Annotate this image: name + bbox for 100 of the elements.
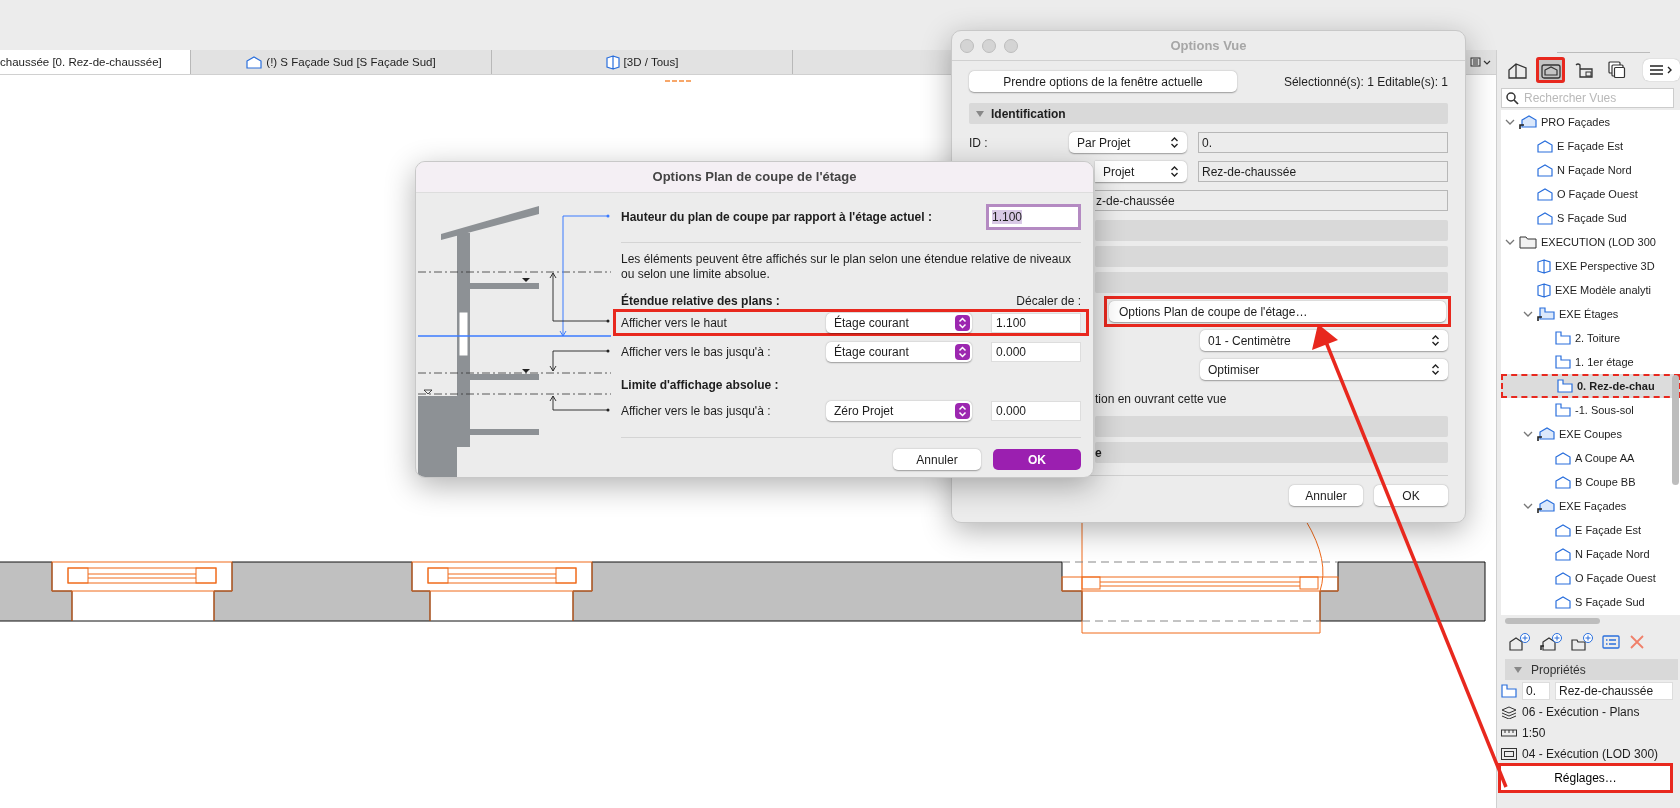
tree-item[interactable]: EXE Perspective 3D [1501,254,1680,278]
scale-value[interactable]: 1:50 [1522,725,1546,740]
chevron-icon[interactable] [1505,118,1515,126]
tree-item[interactable]: B Coupe BB [1501,470,1680,494]
house-outline-icon [1537,163,1553,177]
floor-plan-icon [1501,683,1517,698]
stepper-icon [1431,363,1440,376]
cut-height-field[interactable]: 1.100 [986,204,1081,230]
tree-item[interactable]: EXE Étages [1501,302,1680,326]
field-label: ID : [969,135,989,150]
stepper-icon [955,343,970,360]
tree-item[interactable]: PRO Façades [1501,110,1680,134]
house-outline-icon [1555,571,1571,585]
tree-item[interactable]: N Façade Nord [1501,542,1680,566]
offset-field[interactable]: 1.100 [991,312,1081,333]
tree-item[interactable]: E Façade Est [1501,518,1680,542]
house-outline-icon [1555,475,1571,489]
tree-item[interactable]: EXE Modèle analyti [1501,278,1680,302]
unit-select[interactable]: 01 - Centimètre [1200,330,1448,351]
search-icon [1506,92,1519,105]
section-header[interactable]: Identification [969,103,1448,124]
row-label: Afficher vers le bas jusqu'à : [621,344,772,359]
stepper-icon [955,402,970,419]
ruler-icon [1501,728,1517,737]
id-field[interactable]: 0. [1198,132,1448,153]
new-folder-icon[interactable] [1571,633,1593,651]
tree-item[interactable]: O Façade Ouest [1501,566,1680,590]
tree-item[interactable]: 1. 1er étage [1501,350,1680,374]
view-mode-button[interactable] [1536,57,1566,83]
house-outline-icon [1537,211,1553,225]
document-tab[interactable]: (!) S Façade Sud [S Façade Sud] [191,50,492,74]
layers-icon [1501,704,1517,719]
group-title: Limite d'affichage absolue : [621,378,779,392]
cancel-button[interactable]: Annuler [893,449,981,470]
house-outline-icon [1555,451,1571,465]
name-field[interactable]: Rez-de-chaussée [1555,681,1673,700]
chevron-icon[interactable] [1523,310,1533,318]
floor-plan-shortcut-icon [1537,306,1555,322]
selection-info: Sélectionné(s): 1 Editable(s): 1 [1283,74,1448,89]
column-header: Décaler de : [1016,294,1081,308]
name-field[interactable]: Rez-de-chaussée [1198,161,1448,182]
chevron-icon[interactable] [1523,430,1533,438]
settings-button[interactable]: Réglages… [1501,766,1670,790]
tree-item[interactable]: 2. Toiture [1501,326,1680,350]
section-title[interactable]: e [1095,445,1102,460]
height-label: Hauteur du plan de coupe par rapport à l'étage actuel : [621,210,932,224]
reference-field[interactable]: z-de-chaussée [1095,190,1448,211]
tree-item[interactable]: S Façade Sud [1501,590,1680,614]
id-source-select[interactable]: Par Projet [1069,132,1187,153]
level-select[interactable]: Zéro Projet [826,400,972,421]
properties-header[interactable]: Propriétés [1505,659,1678,680]
folder-icon [1519,235,1537,249]
row-label: Afficher vers le bas jusqu'à : [621,403,772,418]
chevron-icon[interactable] [1505,238,1515,246]
tree-item[interactable]: E Façade Est [1501,134,1680,158]
offset-field[interactable]: 0.000 [991,341,1081,362]
tree-item[interactable]: -1. Sous-sol [1501,398,1680,422]
level-select[interactable]: Étage courant [826,341,972,362]
take-options-button[interactable]: Prendre options de la fenêtre actuelle [969,71,1237,92]
tree-item[interactable]: 0. Rez-de-chau [1501,374,1680,398]
stepper-icon [1170,165,1179,178]
tree-item[interactable]: EXE Coupes [1501,422,1680,446]
tree-item[interactable]: O Façade Ouest [1501,182,1680,206]
tree-item[interactable]: N Façade Nord [1501,158,1680,182]
search-field[interactable]: Rechercher Vues [1501,88,1674,108]
scrollbar-thumb[interactable] [1505,618,1600,624]
document-tab[interactable]: [3D / Tous] [492,50,793,74]
house-shortcut-icon [1519,114,1537,130]
house-outline-icon [1555,547,1571,561]
floor-plan-icon [1555,355,1571,369]
cancel-button[interactable]: Annuler [1289,485,1363,506]
dialog-title: Options Plan de coupe de l'étage [416,162,1093,193]
house-outline-icon [1537,187,1553,201]
id-field[interactable]: 0. [1522,681,1550,700]
clone-view-icon[interactable] [1540,633,1562,651]
chevron-icon[interactable] [1523,502,1533,510]
offset-field[interactable]: 0.000 [991,400,1081,421]
layer-combination[interactable]: 06 - Exécution - Plans [1522,704,1640,719]
ok-button[interactable]: OK [1374,485,1448,506]
house-shortcut-icon [1537,426,1555,442]
view-options-icon[interactable] [1470,56,1492,68]
tree-item[interactable]: EXE Façades [1501,494,1680,518]
model-view-option[interactable]: 04 - Exécution (LOD 300) [1522,746,1659,761]
menu-button[interactable] [1643,59,1680,81]
tree-item[interactable]: A Coupe AA [1501,446,1680,470]
tree-item[interactable]: EXECUTION (LOD 300 [1501,230,1680,254]
cube-icon [605,54,620,70]
list-icon[interactable] [1602,635,1620,649]
level-select[interactable]: Étage courant [826,312,972,333]
new-view-icon[interactable] [1509,633,1531,651]
name-source-select[interactable]: Projet [1095,161,1187,182]
scrollbar-thumb[interactable] [1672,375,1679,485]
disclosure-triangle-icon [1513,665,1523,674]
document-tab[interactable]: chaussée [0. Rez-de-chaussée] [0,50,191,74]
display-mode-select[interactable]: Optimiser [1200,359,1448,380]
cut-plane-options-button[interactable]: Options Plan de coupe de l'étage… [1109,301,1446,322]
stepper-icon [1170,136,1179,149]
tree-item[interactable]: S Façade Sud [1501,206,1680,230]
ok-button[interactable]: OK [993,449,1081,470]
floor-plan-icon [1555,331,1571,345]
